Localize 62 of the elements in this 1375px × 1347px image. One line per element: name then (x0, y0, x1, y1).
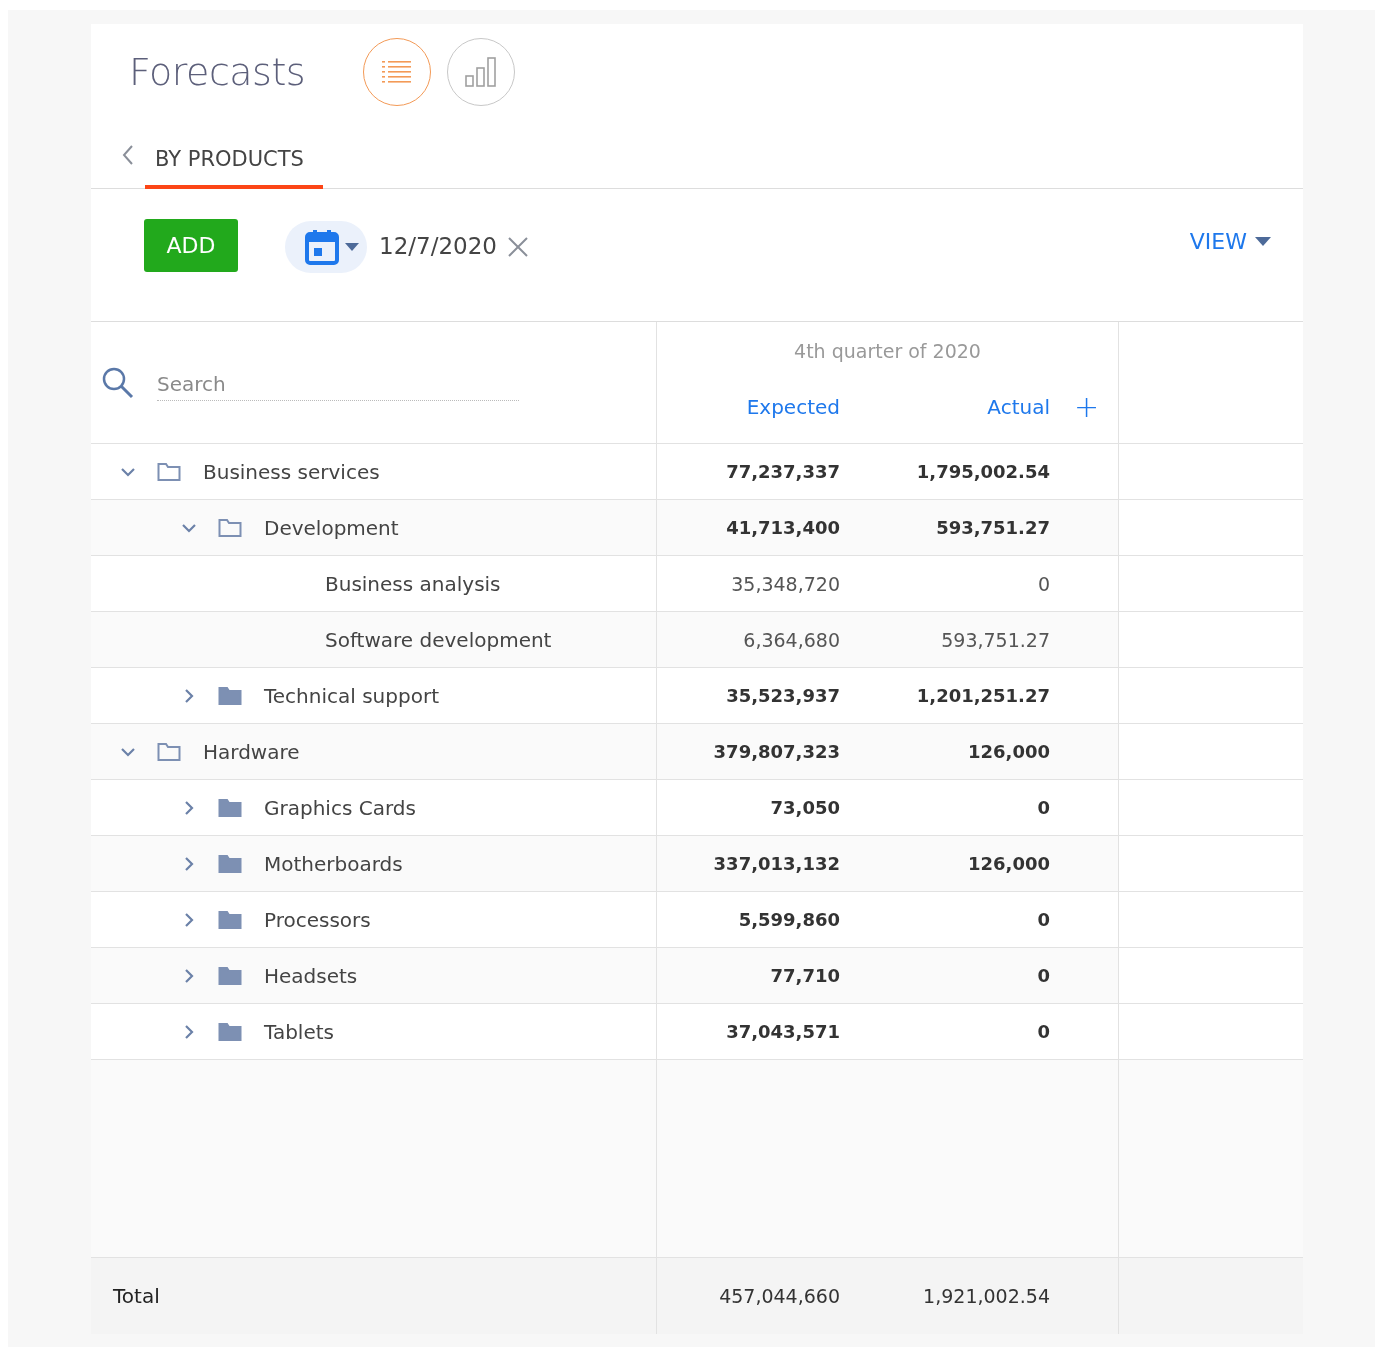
folder-icon (218, 965, 242, 986)
actual-value: 126,000 (967, 853, 1050, 874)
expected-value: 37,043,571 (725, 1021, 840, 1042)
actual-value: 593,751.27 (940, 628, 1050, 651)
folder-icon (157, 741, 181, 762)
total-label: Total (113, 1284, 160, 1308)
caret-icon (1255, 237, 1271, 246)
folder-icon (218, 909, 242, 930)
date-value: 12/7/2020 (379, 233, 497, 259)
expected-value: 35,348,720 (730, 572, 840, 595)
folder-icon (218, 1021, 242, 1042)
tree-item-label[interactable]: Processors (264, 907, 371, 932)
search-icon (101, 365, 135, 400)
actual-value: 0 (1036, 909, 1050, 930)
period-label: 4th quarter of 2020 (794, 340, 981, 362)
add-column-button[interactable]: + (1074, 392, 1100, 422)
expected-value: 379,807,323 (712, 741, 840, 762)
expected-value: 77,237,337 (725, 461, 840, 482)
view-menu-button[interactable]: VIEW (1189, 229, 1271, 254)
tree-item-label[interactable]: Motherboards (264, 851, 403, 876)
expected-value: 77,710 (769, 965, 840, 986)
calendar-icon (305, 229, 339, 265)
tree-item-label[interactable]: Development (264, 515, 399, 540)
expected-value: 35,523,937 (725, 685, 840, 706)
folder-icon (218, 853, 242, 874)
actual-value: 1,201,251.27 (915, 685, 1050, 706)
expected-value: 73,050 (769, 797, 840, 818)
total-actual-value: 1,921,002.54 (922, 1285, 1050, 1307)
tab[interactable]: BY PRODUCTS (145, 147, 323, 189)
actual-value: 0 (1036, 965, 1050, 986)
total-expected-value: 457,044,660 (718, 1285, 840, 1307)
tree-item-label[interactable]: Headsets (264, 963, 358, 988)
tree-item-label[interactable]: Graphics Cards (264, 795, 416, 820)
folder-icon (218, 797, 242, 818)
close-icon[interactable] (506, 236, 529, 258)
list-icon (382, 60, 413, 84)
actual-value: 593,751.27 (935, 517, 1050, 538)
tree-item-label[interactable]: Tablets (264, 1019, 334, 1044)
tree-item-label[interactable]: Technical support (264, 683, 439, 708)
page-title: Forecasts (129, 50, 306, 94)
actual-value: 1,795,002.54 (915, 461, 1050, 482)
actual-value: 0 (1036, 1021, 1050, 1042)
folder-icon (218, 685, 242, 706)
actual-value: 0 (1036, 572, 1050, 595)
caret-icon (345, 243, 359, 251)
tree-item-label[interactable]: Business services (203, 459, 380, 484)
column-header[interactable]: Actual (840, 395, 1050, 419)
expected-value: 337,013,132 (712, 853, 840, 874)
folder-icon (157, 461, 181, 482)
actual-value: 126,000 (967, 741, 1050, 762)
column-header[interactable]: Expected (657, 395, 840, 419)
folder-icon (218, 517, 242, 538)
expected-value: 6,364,680 (742, 628, 840, 651)
tree-item-label[interactable]: Hardware (203, 739, 300, 764)
tree-item-label[interactable]: Software development (325, 627, 552, 652)
expected-value: 41,713,400 (725, 517, 840, 538)
tree-item-label[interactable]: Business analysis (325, 571, 501, 596)
date-picker-button[interactable] (285, 221, 367, 273)
expected-value: 5,599,860 (737, 909, 840, 930)
back-icon[interactable] (121, 144, 135, 166)
actual-value: 0 (1036, 797, 1050, 818)
bar-chart-icon (464, 56, 499, 88)
